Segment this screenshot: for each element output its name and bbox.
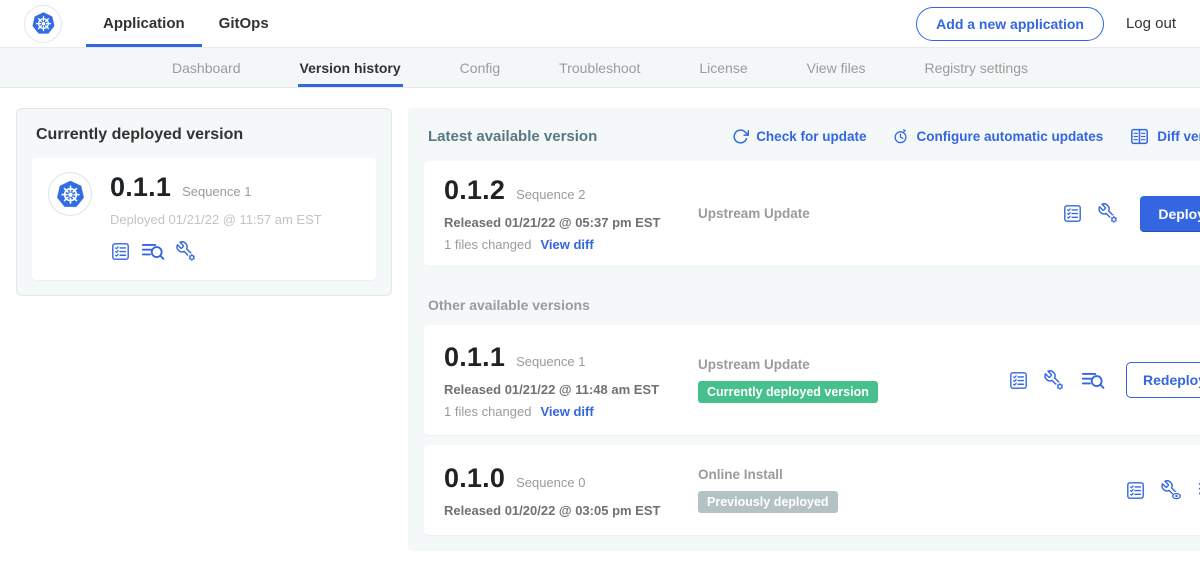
files-changed-label: 1 files changed: [444, 404, 531, 419]
deployed-version-number: 0.1.1: [110, 172, 171, 203]
version-row: 0.1.2 Sequence 2 Released 01/21/22 @ 05:…: [424, 161, 1200, 266]
deployed-actions: [110, 238, 322, 264]
version-actions: Deploy: [1062, 196, 1200, 232]
sequence-label: Sequence 0: [516, 475, 585, 490]
subnav-tab-registry-settings[interactable]: Registry settings: [925, 48, 1028, 87]
currently-deployed-badge: Currently deployed version: [698, 381, 878, 403]
latest-available-title: Latest available version: [428, 128, 597, 145]
files-changed-row: 1 files changed View diff: [444, 404, 698, 419]
tab-application[interactable]: Application: [86, 0, 202, 47]
currently-deployed-panel: Currently deployed version 0.1.1 Sequenc…: [16, 108, 392, 296]
available-panel-actions: Check for update Configure automatic upd…: [732, 126, 1200, 147]
available-panel-header: Latest available version Check for updat…: [424, 124, 1200, 147]
released-timestamp: Released 01/20/22 @ 03:05 pm EST: [444, 503, 698, 518]
deploy-logs-icon[interactable]: [140, 238, 166, 264]
redeploy-button[interactable]: Redeploy: [1126, 362, 1200, 398]
add-application-button[interactable]: Add a new application: [916, 7, 1104, 41]
version-row: 0.1.0 Sequence 0 Released 01/20/22 @ 03:…: [424, 445, 1200, 535]
schedule-icon: [892, 128, 909, 145]
view-diff-link[interactable]: View diff: [540, 404, 593, 419]
deployed-panel-title: Currently deployed version: [36, 126, 374, 144]
logout-button[interactable]: Log out: [1126, 15, 1176, 32]
view-diff-link[interactable]: View diff: [540, 237, 593, 252]
main-content: Currently deployed version 0.1.1 Sequenc…: [0, 88, 1200, 551]
release-notes-icon[interactable]: [110, 241, 131, 262]
released-timestamp: Released 01/21/22 @ 11:48 am EST: [444, 382, 698, 397]
app-tabs: Application GitOps: [86, 0, 286, 47]
version-info: 0.1.2 Sequence 2 Released 01/21/22 @ 05:…: [444, 175, 698, 252]
deploy-button[interactable]: Deploy: [1140, 196, 1200, 232]
version-source: Upstream Update Currently deployed versi…: [698, 357, 1008, 403]
version-actions: [1125, 477, 1200, 503]
app-logo-icon: [48, 172, 92, 216]
deployed-timestamp: Deployed 01/21/22 @ 11:57 am EST: [110, 212, 322, 227]
sequence-label: Sequence 1: [516, 354, 585, 369]
check-for-update-label: Check for update: [756, 129, 866, 144]
deployed-version-card: 0.1.1 Sequence 1 Deployed 01/21/22 @ 11:…: [32, 158, 376, 280]
available-versions-panel: Latest available version Check for updat…: [408, 108, 1200, 551]
deployed-version-info: 0.1.1 Sequence 1 Deployed 01/21/22 @ 11:…: [110, 172, 322, 264]
version-number: 0.1.2: [444, 175, 505, 206]
edit-config-icon[interactable]: [175, 240, 198, 263]
diff-icon: [1129, 126, 1150, 147]
version-row: 0.1.1 Sequence 1 Released 01/21/22 @ 11:…: [424, 325, 1200, 435]
other-available-versions-title: Other available versions: [428, 297, 1200, 313]
version-number: 0.1.1: [444, 342, 505, 373]
source-label: Upstream Update: [698, 206, 810, 221]
files-changed-label: 1 files changed: [444, 237, 531, 252]
version-info: 0.1.1 Sequence 1 Released 01/21/22 @ 11:…: [444, 342, 698, 419]
edit-config-icon[interactable]: [1097, 202, 1120, 225]
release-notes-icon[interactable]: [1125, 480, 1146, 501]
subnav-tab-license[interactable]: License: [699, 48, 747, 87]
subnav-tab-version-history[interactable]: Version history: [300, 48, 401, 87]
subnav-tab-config[interactable]: Config: [460, 48, 500, 87]
release-notes-icon[interactable]: [1062, 203, 1083, 224]
edit-config-icon[interactable]: [1043, 369, 1066, 392]
version-number: 0.1.0: [444, 463, 505, 494]
version-source: Online Install Previously deployed: [698, 467, 1008, 513]
release-notes-icon[interactable]: [1008, 370, 1029, 391]
view-config-icon[interactable]: [1160, 479, 1183, 502]
deployed-sequence-label: Sequence 1: [182, 184, 251, 199]
version-actions: Redeploy: [1008, 362, 1200, 398]
top-nav: Application GitOps Add a new application…: [0, 0, 1200, 48]
check-for-update-link[interactable]: Check for update: [732, 128, 866, 145]
sequence-label: Sequence 2: [516, 187, 585, 202]
subnav-tab-dashboard[interactable]: Dashboard: [172, 48, 241, 87]
released-timestamp: Released 01/21/22 @ 05:37 pm EST: [444, 215, 698, 230]
diff-versions-label: Diff versions: [1157, 129, 1200, 144]
configure-automatic-updates-link[interactable]: Configure automatic updates: [892, 128, 1103, 145]
kubernetes-logo-icon: [24, 5, 62, 43]
subnav-tab-view-files[interactable]: View files: [807, 48, 866, 87]
source-label: Upstream Update: [698, 357, 810, 372]
header-right: Add a new application Log out: [916, 7, 1176, 41]
diff-versions-link[interactable]: Diff versions: [1129, 126, 1200, 147]
version-source: Upstream Update: [698, 206, 1008, 221]
files-changed-row: 1 files changed View diff: [444, 237, 698, 252]
refresh-icon: [732, 128, 749, 145]
version-info: 0.1.0 Sequence 0 Released 01/20/22 @ 03:…: [444, 463, 698, 518]
tab-gitops[interactable]: GitOps: [202, 0, 286, 47]
configure-automatic-updates-label: Configure automatic updates: [916, 129, 1103, 144]
deploy-logs-icon[interactable]: [1080, 367, 1106, 393]
app-subnav: Dashboard Version history Config Trouble…: [0, 48, 1200, 88]
source-label: Online Install: [698, 467, 783, 482]
previously-deployed-badge: Previously deployed: [698, 491, 838, 513]
subnav-tab-troubleshoot[interactable]: Troubleshoot: [559, 48, 640, 87]
